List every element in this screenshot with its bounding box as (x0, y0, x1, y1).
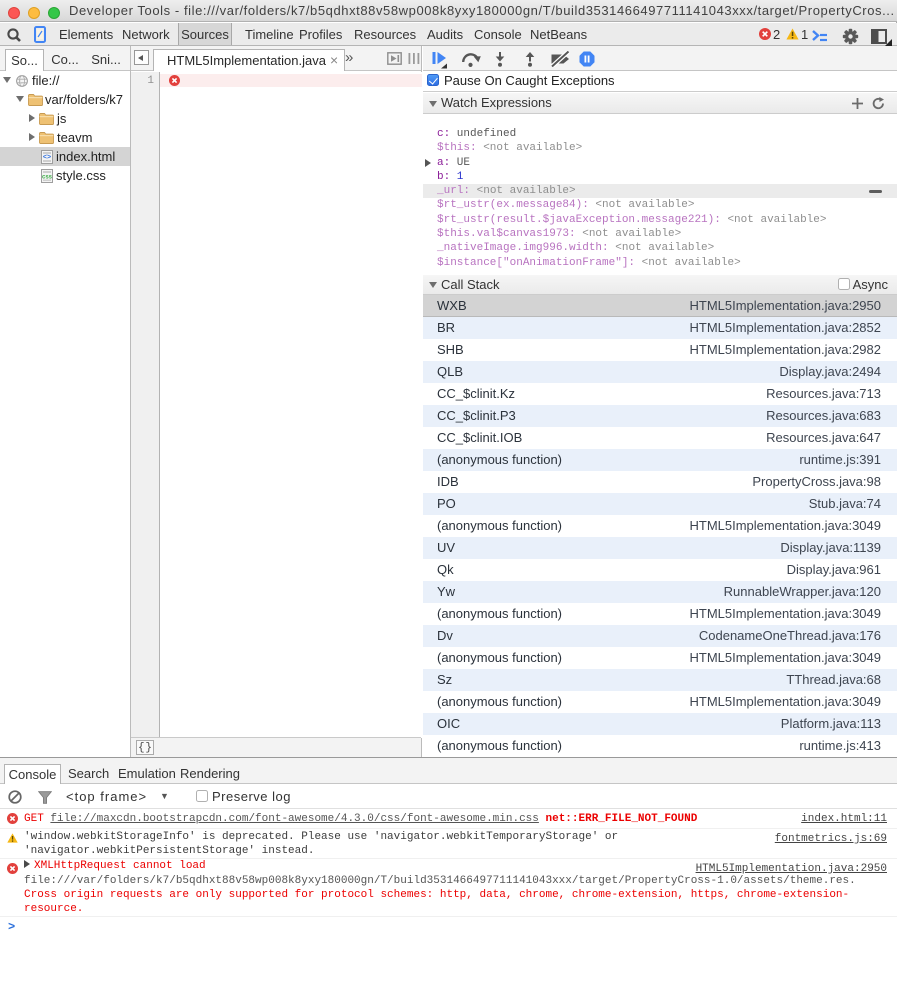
svg-text:css: css (42, 174, 53, 180)
svg-text:<>: <> (43, 153, 51, 160)
